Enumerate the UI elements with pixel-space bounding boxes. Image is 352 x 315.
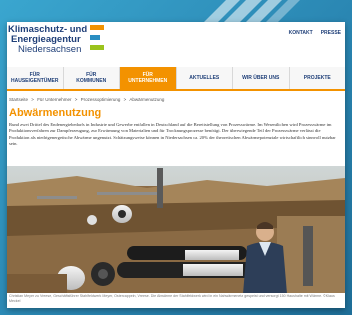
nav-item-kommunen[interactable]: FÜR KOMMUNEN (63, 67, 120, 89)
nav-item-projekte[interactable]: PROJEKTE (289, 67, 345, 89)
logo-bar-orange (90, 25, 104, 30)
kontakt-link[interactable]: KONTAKT (289, 30, 313, 36)
breadcrumb-separator: > (31, 97, 34, 102)
logo-bar-blue (90, 35, 100, 40)
main-navigation: FÜR HAUSEIGENTÜMER FÜR KOMMUNEN FÜR UNTE… (7, 67, 345, 91)
breadcrumb-prozessoptimierung[interactable]: Prozessoptimierung (81, 97, 121, 102)
website-page: Klimaschutz- und Energieagentur Niedersa… (7, 22, 345, 308)
nav-item-aktuelles[interactable]: AKTUELLES (176, 67, 233, 89)
top-navigation: KONTAKT PRESSE (289, 30, 341, 36)
breadcrumb-separator: > (123, 97, 127, 102)
logo-line-3: Niedersachsen (18, 44, 82, 55)
logo-bar-green (90, 45, 104, 50)
breadcrumb: Startseite > Für Unternehmer > Prozessop… (9, 97, 166, 102)
construction-site-photo (7, 166, 345, 294)
photo-caption: Christian Meyer zu Vreese, Geschäftsführ… (7, 293, 345, 308)
presse-link[interactable]: PRESSE (321, 30, 341, 36)
site-header: Klimaschutz- und Energieagentur Niedersa… (7, 22, 345, 62)
breadcrumb-unternehmer[interactable]: Für Unternehmer (37, 97, 71, 102)
intro-paragraph: Rund zwei Drittel des Endenergiebedarfs … (9, 122, 336, 147)
page-title: Abwärmenutzung (9, 107, 102, 119)
breadcrumb-startseite[interactable]: Startseite (9, 97, 28, 102)
breadcrumb-separator: > (74, 97, 78, 102)
nav-item-wir-ueber-uns[interactable]: WIR ÜBER UNS (233, 67, 290, 89)
breadcrumb-current: Abwärmenutzung (129, 97, 165, 102)
nav-item-unternehmen[interactable]: FÜR UNTERNEHMEN (120, 67, 177, 89)
nav-item-hauseigentuemer[interactable]: FÜR HAUSEIGENTÜMER (7, 67, 64, 89)
site-logo[interactable]: Klimaschutz- und Energieagentur Niedersa… (8, 22, 138, 62)
